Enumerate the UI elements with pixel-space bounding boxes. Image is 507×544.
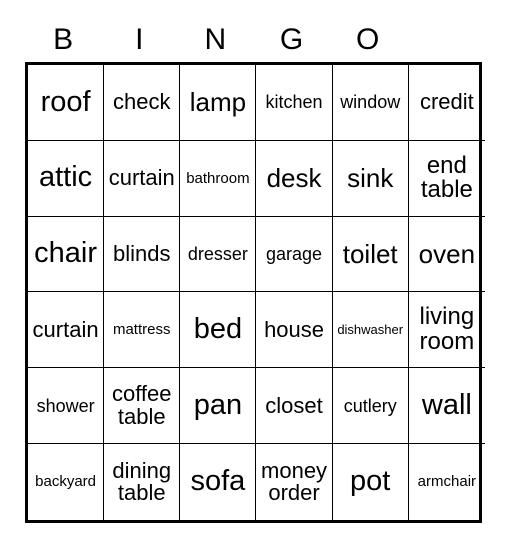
- bingo-cell-label: pan: [193, 388, 243, 421]
- bingo-cell[interactable]: cutlery: [332, 368, 409, 445]
- bingo-cell-label: cutlery: [343, 395, 397, 416]
- bingo-cell[interactable]: credit: [408, 65, 485, 141]
- bingo-cell-label: bed: [193, 313, 243, 346]
- bingo-cell-label: closet: [265, 392, 323, 418]
- header-letter-o: O: [356, 23, 380, 56]
- header-letter-n: N: [204, 23, 227, 56]
- bingo-cell-label: dishwasher: [337, 322, 404, 338]
- header-letter-blank: [406, 18, 482, 62]
- bingo-cell[interactable]: toilet: [332, 216, 409, 293]
- header-letter-i: I: [135, 23, 144, 56]
- bingo-cell[interactable]: armchair: [409, 444, 485, 520]
- bingo-cell-label: living room: [419, 303, 475, 355]
- bingo-cell[interactable]: money order: [256, 444, 333, 520]
- bingo-cell[interactable]: desk: [256, 140, 333, 217]
- bingo-cell-label: wall: [421, 388, 472, 421]
- bingo-cell-label: dresser: [187, 243, 248, 264]
- bingo-cell[interactable]: curtain: [28, 292, 105, 369]
- bingo-cell-label: desk: [266, 162, 322, 193]
- bingo-cell[interactable]: sofa: [180, 444, 257, 520]
- bingo-cell[interactable]: pot: [333, 444, 409, 520]
- bingo-cell-label: oven: [418, 238, 476, 269]
- bingo-cell-label: coffee table: [111, 381, 172, 429]
- bingo-cell[interactable]: dresser: [180, 216, 257, 293]
- header-letter-b: B: [53, 23, 74, 56]
- bingo-cell[interactable]: attic: [28, 140, 105, 217]
- bingo-cell[interactable]: coffee table: [104, 368, 181, 445]
- bingo-cell[interactable]: bed: [180, 292, 257, 369]
- bingo-cell-label: money order: [261, 457, 328, 506]
- bingo-cell[interactable]: dishwasher: [332, 292, 409, 369]
- bingo-cell[interactable]: kitchen: [256, 65, 333, 141]
- bingo-cell-label: armchair: [417, 473, 477, 491]
- bingo-cell-label: dining table: [112, 457, 172, 506]
- bingo-cell[interactable]: wall: [408, 368, 485, 445]
- bingo-cell-label: lamp: [189, 87, 247, 118]
- bingo-cell-label: attic: [38, 161, 93, 194]
- bingo-cell-label: sink: [347, 162, 394, 193]
- bingo-cell[interactable]: chair: [28, 216, 105, 293]
- bingo-cell-label: check: [112, 89, 171, 115]
- bingo-cell[interactable]: curtain: [104, 140, 181, 217]
- bingo-cell[interactable]: pan: [180, 368, 257, 445]
- bingo-cell[interactable]: oven: [408, 217, 485, 293]
- bingo-cell-label: mattress: [112, 321, 171, 339]
- bingo-cell[interactable]: backyard: [28, 444, 105, 520]
- bingo-cell[interactable]: mattress: [104, 292, 181, 369]
- bingo-cell[interactable]: window: [332, 65, 409, 141]
- bingo-cell-label: house: [264, 316, 325, 342]
- bingo-header-row: B I N G O: [25, 18, 482, 62]
- bingo-cell-label: curtain: [108, 165, 175, 191]
- bingo-cell-label: blinds: [112, 240, 171, 266]
- bingo-cell-label: curtain: [32, 316, 99, 342]
- bingo-grid: roof check lamp kitchen window credit attic cur…: [25, 62, 485, 523]
- bingo-cell[interactable]: house: [256, 292, 333, 369]
- bingo-cell[interactable]: blinds: [104, 216, 181, 293]
- bingo-cell-label: sofa: [190, 465, 246, 498]
- header-letter-g: G: [279, 23, 304, 56]
- bingo-cell[interactable]: shower: [28, 368, 105, 445]
- bingo-cell[interactable]: lamp: [180, 65, 257, 141]
- bingo-cell[interactable]: living room: [408, 292, 485, 369]
- bingo-cell[interactable]: end table: [408, 141, 485, 217]
- bingo-cell-label: garage: [266, 243, 323, 264]
- bingo-cell[interactable]: dining table: [104, 444, 181, 520]
- bingo-cell[interactable]: sink: [332, 140, 409, 217]
- bingo-cell-label: shower: [36, 395, 95, 416]
- bingo-cell-label: window: [340, 92, 401, 113]
- bingo-card: B I N G O roof check lamp kitchen window cred…: [25, 18, 485, 523]
- bingo-cell-label: chair: [34, 237, 97, 270]
- bingo-cell-label: kitchen: [265, 92, 323, 113]
- bingo-cell-label: bathroom: [186, 169, 250, 187]
- bingo-cell-label: backyard: [35, 473, 97, 491]
- bingo-cell-label: credit: [419, 89, 474, 115]
- bingo-cell-label: toilet: [342, 238, 398, 269]
- bingo-cell-label: end table: [420, 151, 473, 204]
- bingo-cell[interactable]: check: [104, 65, 181, 141]
- bingo-cell[interactable]: closet: [256, 368, 333, 445]
- bingo-cell-label: pot: [350, 465, 391, 498]
- bingo-cell[interactable]: garage: [256, 216, 333, 293]
- bingo-cell[interactable]: roof: [28, 65, 105, 141]
- bingo-cell[interactable]: bathroom: [180, 140, 257, 217]
- bingo-cell-label: roof: [40, 85, 91, 118]
